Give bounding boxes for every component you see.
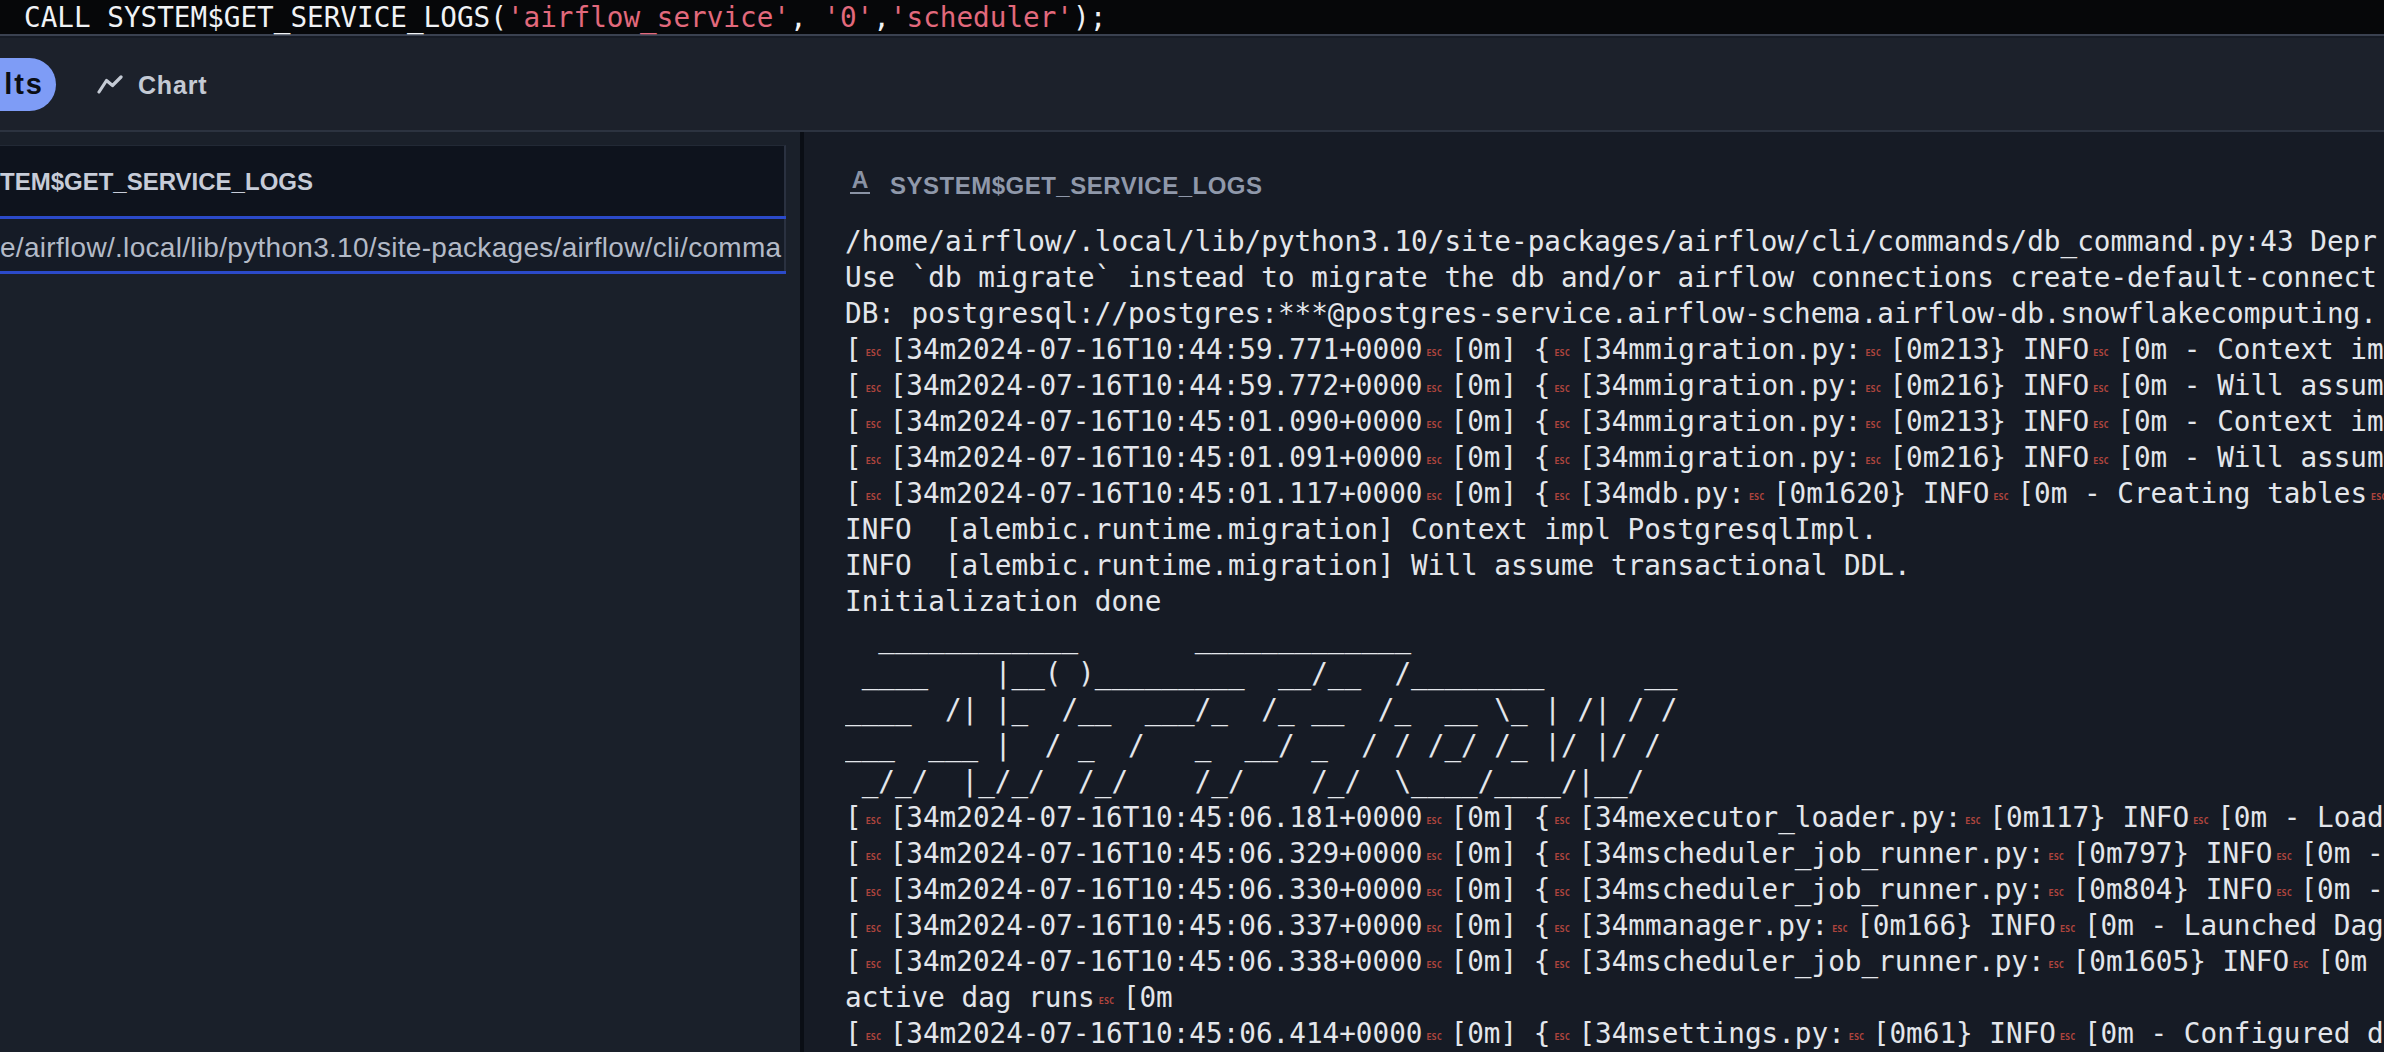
- esc-control-char: ESC: [866, 925, 882, 934]
- log-line: [ESC[34m2024-07-16T10:45:01.117+0000ESC[…: [845, 476, 2384, 512]
- esc-control-char: ESC: [2093, 457, 2109, 466]
- esc-control-char: ESC: [1993, 493, 2009, 502]
- esc-control-char: ESC: [2293, 961, 2309, 970]
- sql-statement: CALL SYSTEM$GET_SERVICE_LOGS('airflow_se…: [24, 0, 1106, 36]
- esc-control-char: ESC: [1426, 349, 1442, 358]
- log-line: [ESC[34m2024-07-16T10:45:06.181+0000ESC[…: [845, 800, 2384, 836]
- esc-control-char: ESC: [1426, 925, 1442, 934]
- esc-control-char: ESC: [2060, 925, 2076, 934]
- detail-pane-title: SYSTEM$GET_SERVICE_LOGS: [890, 172, 1263, 200]
- tab-results[interactable]: lts: [0, 58, 56, 111]
- esc-control-char: ESC: [1099, 997, 1115, 1006]
- log-line: [ESC[34m2024-07-16T10:44:59.772+0000ESC[…: [845, 368, 2384, 404]
- log-line: ____ |__( )_________ __/__ /________ __: [845, 656, 2384, 692]
- esc-control-char: ESC: [1865, 421, 1881, 430]
- esc-control-char: ESC: [1426, 457, 1442, 466]
- log-line: ___ ___ | / _ / _ __/ _ / / /_/ /_ |/ |/…: [845, 728, 2384, 764]
- esc-control-char: ESC: [1554, 889, 1570, 898]
- log-line: [ESC[34m2024-07-16T10:45:06.338+0000ESC[…: [845, 944, 2384, 980]
- tab-results-label: lts: [4, 58, 44, 111]
- esc-control-char: ESC: [1554, 349, 1570, 358]
- esc-control-char: ESC: [2193, 817, 2209, 826]
- esc-control-char: ESC: [2093, 385, 2109, 394]
- log-line: /home/airflow/.local/lib/python3.10/site…: [845, 224, 2384, 260]
- esc-control-char: ESC: [866, 385, 882, 394]
- esc-control-char: ESC: [2049, 961, 2065, 970]
- esc-control-char: ESC: [866, 853, 882, 862]
- esc-control-char: ESC: [1865, 349, 1881, 358]
- esc-control-char: ESC: [1749, 493, 1765, 502]
- esc-control-char: ESC: [1426, 853, 1442, 862]
- text-type-icon: A: [850, 168, 870, 194]
- esc-control-char: ESC: [2060, 1033, 2076, 1042]
- esc-control-char: ESC: [866, 817, 882, 826]
- esc-control-char: ESC: [1426, 817, 1442, 826]
- esc-control-char: ESC: [1865, 385, 1881, 394]
- log-line: [ESC[34m2024-07-16T10:45:01.090+0000ESC[…: [845, 404, 2384, 440]
- log-line: Initialization done: [845, 584, 2384, 620]
- esc-control-char: ESC: [2049, 853, 2065, 862]
- esc-control-char: ESC: [1554, 1033, 1570, 1042]
- esc-control-char: ESC: [1554, 925, 1570, 934]
- esc-control-char: ESC: [2371, 493, 2384, 502]
- esc-control-char: ESC: [866, 493, 882, 502]
- cell-detail-pane: A SYSTEM$GET_SERVICE_LOGS /home/airflow/…: [804, 132, 2384, 1052]
- esc-control-char: ESC: [1965, 817, 1981, 826]
- grid-cell-selected[interactable]: e/airflow/.local/lib/python3.10/site-pac…: [0, 219, 786, 271]
- log-line: ____ /| |_ /__ ___/_ /_ __ /_ __ \_ | /|…: [845, 692, 2384, 728]
- log-line: active dag runsESC[0m: [845, 980, 2384, 1016]
- log-line: INFO [alembic.runtime.migration] Context…: [845, 512, 2384, 548]
- esc-control-char: ESC: [2049, 889, 2065, 898]
- snowflake-results-view: { "sql_bar": { "segments": [ { "text": "…: [0, 0, 2384, 1052]
- esc-control-char: ESC: [866, 961, 882, 970]
- esc-control-char: ESC: [2093, 349, 2109, 358]
- log-text-pane[interactable]: /home/airflow/.local/lib/python3.10/site…: [845, 224, 2384, 1052]
- esc-control-char: ESC: [866, 1033, 882, 1042]
- log-line: [ESC[34m2024-07-16T10:44:59.771+0000ESC[…: [845, 332, 2384, 368]
- tab-chart[interactable]: Chart: [97, 72, 207, 98]
- esc-control-char: ESC: [1865, 457, 1881, 466]
- log-line: Use `db migrate` instead to migrate the …: [845, 260, 2384, 296]
- esc-control-char: ESC: [1554, 421, 1570, 430]
- chart-line-icon: [97, 75, 123, 95]
- grid-column-header[interactable]: TEM$GET_SERVICE_LOGS: [0, 145, 786, 216]
- selection-border-bottom: [0, 271, 786, 274]
- esc-control-char: ESC: [1554, 817, 1570, 826]
- esc-control-char: ESC: [1426, 961, 1442, 970]
- esc-control-char: ESC: [1554, 853, 1570, 862]
- sql-editor-bar[interactable]: CALL SYSTEM$GET_SERVICE_LOGS('airflow_se…: [0, 0, 2384, 36]
- results-grid: TEM$GET_SERVICE_LOGS e/airflow/.local/li…: [0, 132, 800, 1052]
- esc-control-char: ESC: [866, 421, 882, 430]
- esc-control-char: ESC: [1426, 493, 1442, 502]
- esc-control-char: ESC: [1426, 1033, 1442, 1042]
- esc-control-char: ESC: [866, 457, 882, 466]
- esc-control-char: ESC: [1554, 385, 1570, 394]
- log-line: DB: postgresql://postgres:***@postgres-s…: [845, 296, 2384, 332]
- esc-control-char: ESC: [866, 889, 882, 898]
- esc-control-char: ESC: [2276, 853, 2292, 862]
- esc-control-char: ESC: [2093, 421, 2109, 430]
- esc-control-char: ESC: [1426, 421, 1442, 430]
- log-line: [ESC[34m2024-07-16T10:45:06.329+0000ESC[…: [845, 836, 2384, 872]
- log-line: [ESC[34m2024-07-16T10:45:01.091+0000ESC[…: [845, 440, 2384, 476]
- esc-control-char: ESC: [2276, 889, 2292, 898]
- log-line: [ESC[34m2024-07-16T10:45:06.414+0000ESC[…: [845, 1016, 2384, 1052]
- log-line: _/_/ |_/_/ /_/ /_/ /_/ \____/____/|__/: [845, 764, 2384, 800]
- esc-control-char: ESC: [1832, 925, 1848, 934]
- esc-control-char: ESC: [1426, 889, 1442, 898]
- log-line: [ESC[34m2024-07-16T10:45:06.337+0000ESC[…: [845, 908, 2384, 944]
- esc-control-char: ESC: [1554, 493, 1570, 502]
- esc-control-char: ESC: [1849, 1033, 1865, 1042]
- results-chart-tab-bar: lts Chart: [0, 38, 2384, 132]
- esc-control-char: ESC: [866, 349, 882, 358]
- log-line: ____________ _____________: [845, 620, 2384, 656]
- tab-chart-label: Chart: [138, 72, 207, 98]
- esc-control-char: ESC: [1554, 961, 1570, 970]
- esc-control-char: ESC: [1426, 385, 1442, 394]
- log-line: INFO [alembic.runtime.migration] Will as…: [845, 548, 2384, 584]
- esc-control-char: ESC: [1554, 457, 1570, 466]
- log-line: [ESC[34m2024-07-16T10:45:06.330+0000ESC[…: [845, 872, 2384, 908]
